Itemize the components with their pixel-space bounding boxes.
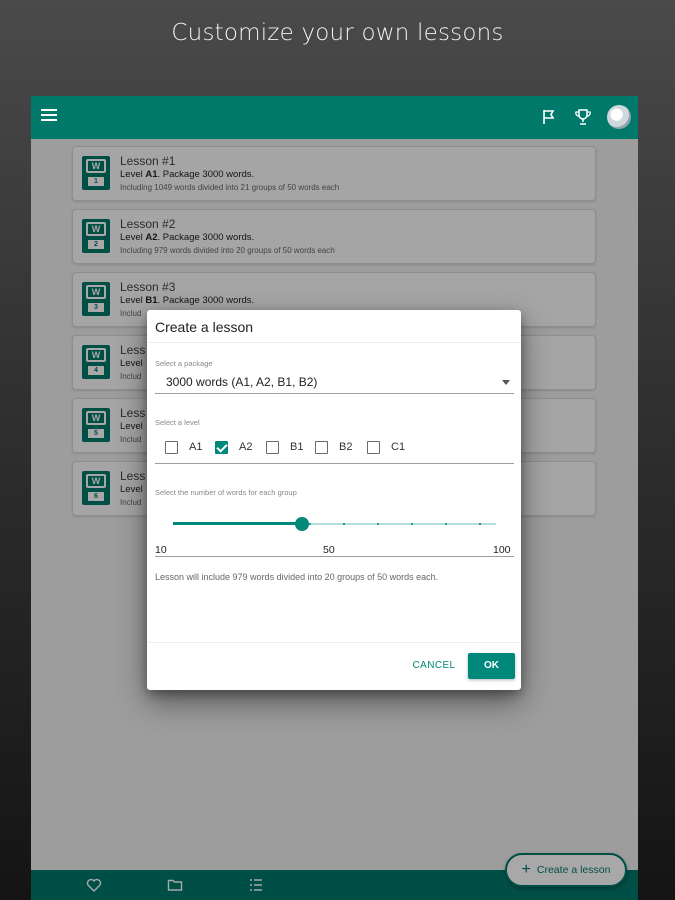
level-group: A1 A2 B1 B2 C1 <box>155 434 514 464</box>
level-option-label: A1 <box>189 441 203 453</box>
divider <box>155 556 514 557</box>
level-checkbox-a2[interactable]: A2 <box>215 440 252 454</box>
promo-headline: Customize your own lessons <box>171 20 504 46</box>
slider-tick <box>241 523 243 525</box>
slider-tick <box>411 523 413 525</box>
package-select[interactable]: 3000 words (A1, A2, B1, B2) <box>155 372 514 394</box>
slider-value: 50 <box>323 544 335 556</box>
slider-thumb[interactable] <box>295 517 309 531</box>
level-checkbox-c1[interactable]: C1 <box>367 440 405 454</box>
level-option-label: A2 <box>239 441 253 453</box>
checkbox[interactable] <box>165 440 178 454</box>
slider-fill <box>173 522 302 525</box>
trophy-icon[interactable] <box>573 107 593 127</box>
level-checkbox-a1[interactable]: A1 <box>165 440 202 454</box>
level-option-label: B2 <box>339 441 353 453</box>
create-lesson-dialog: Create a lesson Select a package 3000 wo… <box>147 310 521 690</box>
menu-icon[interactable] <box>41 109 57 121</box>
level-option-label: B1 <box>290 441 304 453</box>
words-slider[interactable] <box>173 517 496 531</box>
avatar[interactable] <box>607 105 631 129</box>
words-label: Select the number of words for each grou… <box>155 488 297 497</box>
slider-tick <box>275 523 277 525</box>
lesson-summary: Lesson will include 979 words divided in… <box>155 572 439 582</box>
ok-button[interactable]: OK <box>468 653 515 679</box>
slider-tick <box>445 523 447 525</box>
divider <box>147 342 521 343</box>
slider-tick <box>479 523 481 525</box>
slider-max: 100 <box>493 544 511 556</box>
cancel-button[interactable]: CANCEL <box>407 654 461 678</box>
level-label: Select a level <box>155 418 200 427</box>
slider-tick <box>343 523 345 525</box>
slider-tick <box>207 523 209 525</box>
checkbox[interactable] <box>215 440 228 454</box>
level-checkbox-b1[interactable]: B1 <box>266 440 303 454</box>
slider-tick <box>377 523 379 525</box>
app-bar <box>31 96 638 139</box>
level-checkbox-b2[interactable]: B2 <box>315 440 352 454</box>
level-option-label: C1 <box>391 441 406 453</box>
dialog-title: Create a lesson <box>155 319 254 335</box>
package-value: 3000 words (A1, A2, B1, B2) <box>166 375 318 389</box>
flag-icon[interactable] <box>539 107 559 127</box>
dropdown-arrow-icon <box>502 380 510 385</box>
checkbox[interactable] <box>367 440 380 454</box>
checkbox[interactable] <box>315 440 328 454</box>
divider <box>147 642 521 643</box>
slider-min: 10 <box>155 544 167 556</box>
package-label: Select a package <box>155 359 213 368</box>
checkbox[interactable] <box>266 440 279 454</box>
slider-tick <box>309 523 311 525</box>
